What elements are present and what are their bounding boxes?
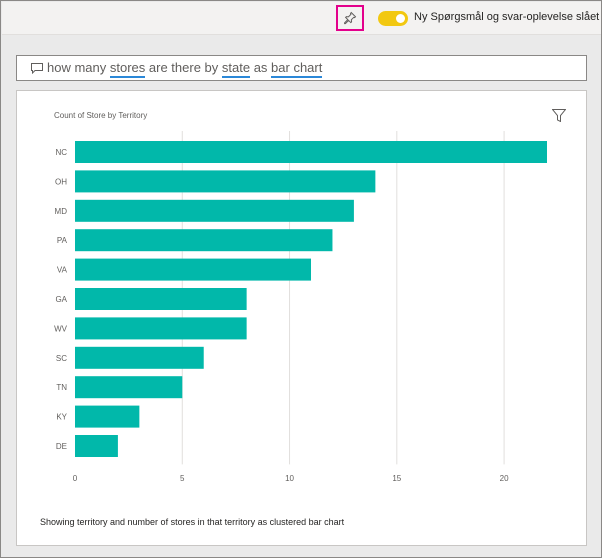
bar-sc[interactable]	[75, 346, 204, 369]
pin-visual-button[interactable]	[336, 5, 364, 31]
bar-va[interactable]	[75, 258, 311, 281]
bar-chart-visual: Count of Store by Territory 0 5 10 15 20 NC OH…	[16, 90, 587, 546]
pin-icon	[344, 11, 357, 25]
qa-experience-toggle[interactable]	[378, 11, 408, 26]
toggle-label: Ny Spørgsmål og svar-oplevelse slået til	[414, 11, 602, 23]
category-label: KY	[56, 413, 67, 422]
chat-bubble-icon	[31, 63, 43, 74]
x-tick-label: 5	[180, 474, 185, 483]
x-tick-label: 20	[500, 474, 509, 483]
category-label: VA	[57, 266, 68, 275]
category-label: OH	[55, 177, 67, 186]
bar-md[interactable]	[75, 199, 354, 222]
qa-text-segment: as	[250, 60, 272, 75]
toggle-knob	[396, 14, 405, 23]
x-tick-label: 15	[392, 474, 401, 483]
qa-question-text: how many stores are there by state as ba…	[47, 60, 323, 78]
bar-de[interactable]	[75, 435, 118, 457]
chart-plot: 0 5 10 15 20 NC OH MD PA VA GA WV SC TN KY DE	[54, 131, 547, 483]
bar-pa[interactable]	[75, 229, 333, 252]
qa-text-segment: how many	[47, 60, 110, 75]
toolbar: Ny Spørgsmål og svar-oplevelse slået til	[2, 2, 602, 35]
qa-keyword[interactable]: stores	[109, 60, 146, 78]
x-tick-label: 10	[285, 474, 294, 483]
category-label: SC	[56, 354, 67, 363]
qa-text-segment: are there by	[145, 60, 222, 75]
bar-nc[interactable]	[75, 141, 547, 163]
bar-oh[interactable]	[75, 170, 376, 193]
category-label: WV	[54, 324, 68, 333]
chart-description: Showing territory and number of stores i…	[40, 517, 345, 527]
qa-keyword[interactable]: bar chart	[271, 60, 323, 78]
category-label: MD	[55, 207, 68, 216]
bar-wv[interactable]	[75, 317, 247, 340]
bar-ky[interactable]	[75, 405, 140, 428]
x-tick-label: 0	[73, 474, 78, 483]
qa-question-input[interactable]: how many stores are there by state as ba…	[16, 55, 587, 81]
category-label: DE	[56, 442, 67, 451]
category-label: GA	[55, 295, 67, 304]
qa-keyword[interactable]: state	[221, 60, 251, 78]
bar-ga[interactable]	[75, 288, 247, 310]
category-label: PA	[57, 236, 68, 245]
bar-tn[interactable]	[75, 376, 183, 399]
category-label: NC	[55, 148, 67, 157]
category-label: TN	[56, 383, 67, 392]
qa-window: Ny Spørgsmål og svar-oplevelse slået til…	[0, 0, 602, 558]
